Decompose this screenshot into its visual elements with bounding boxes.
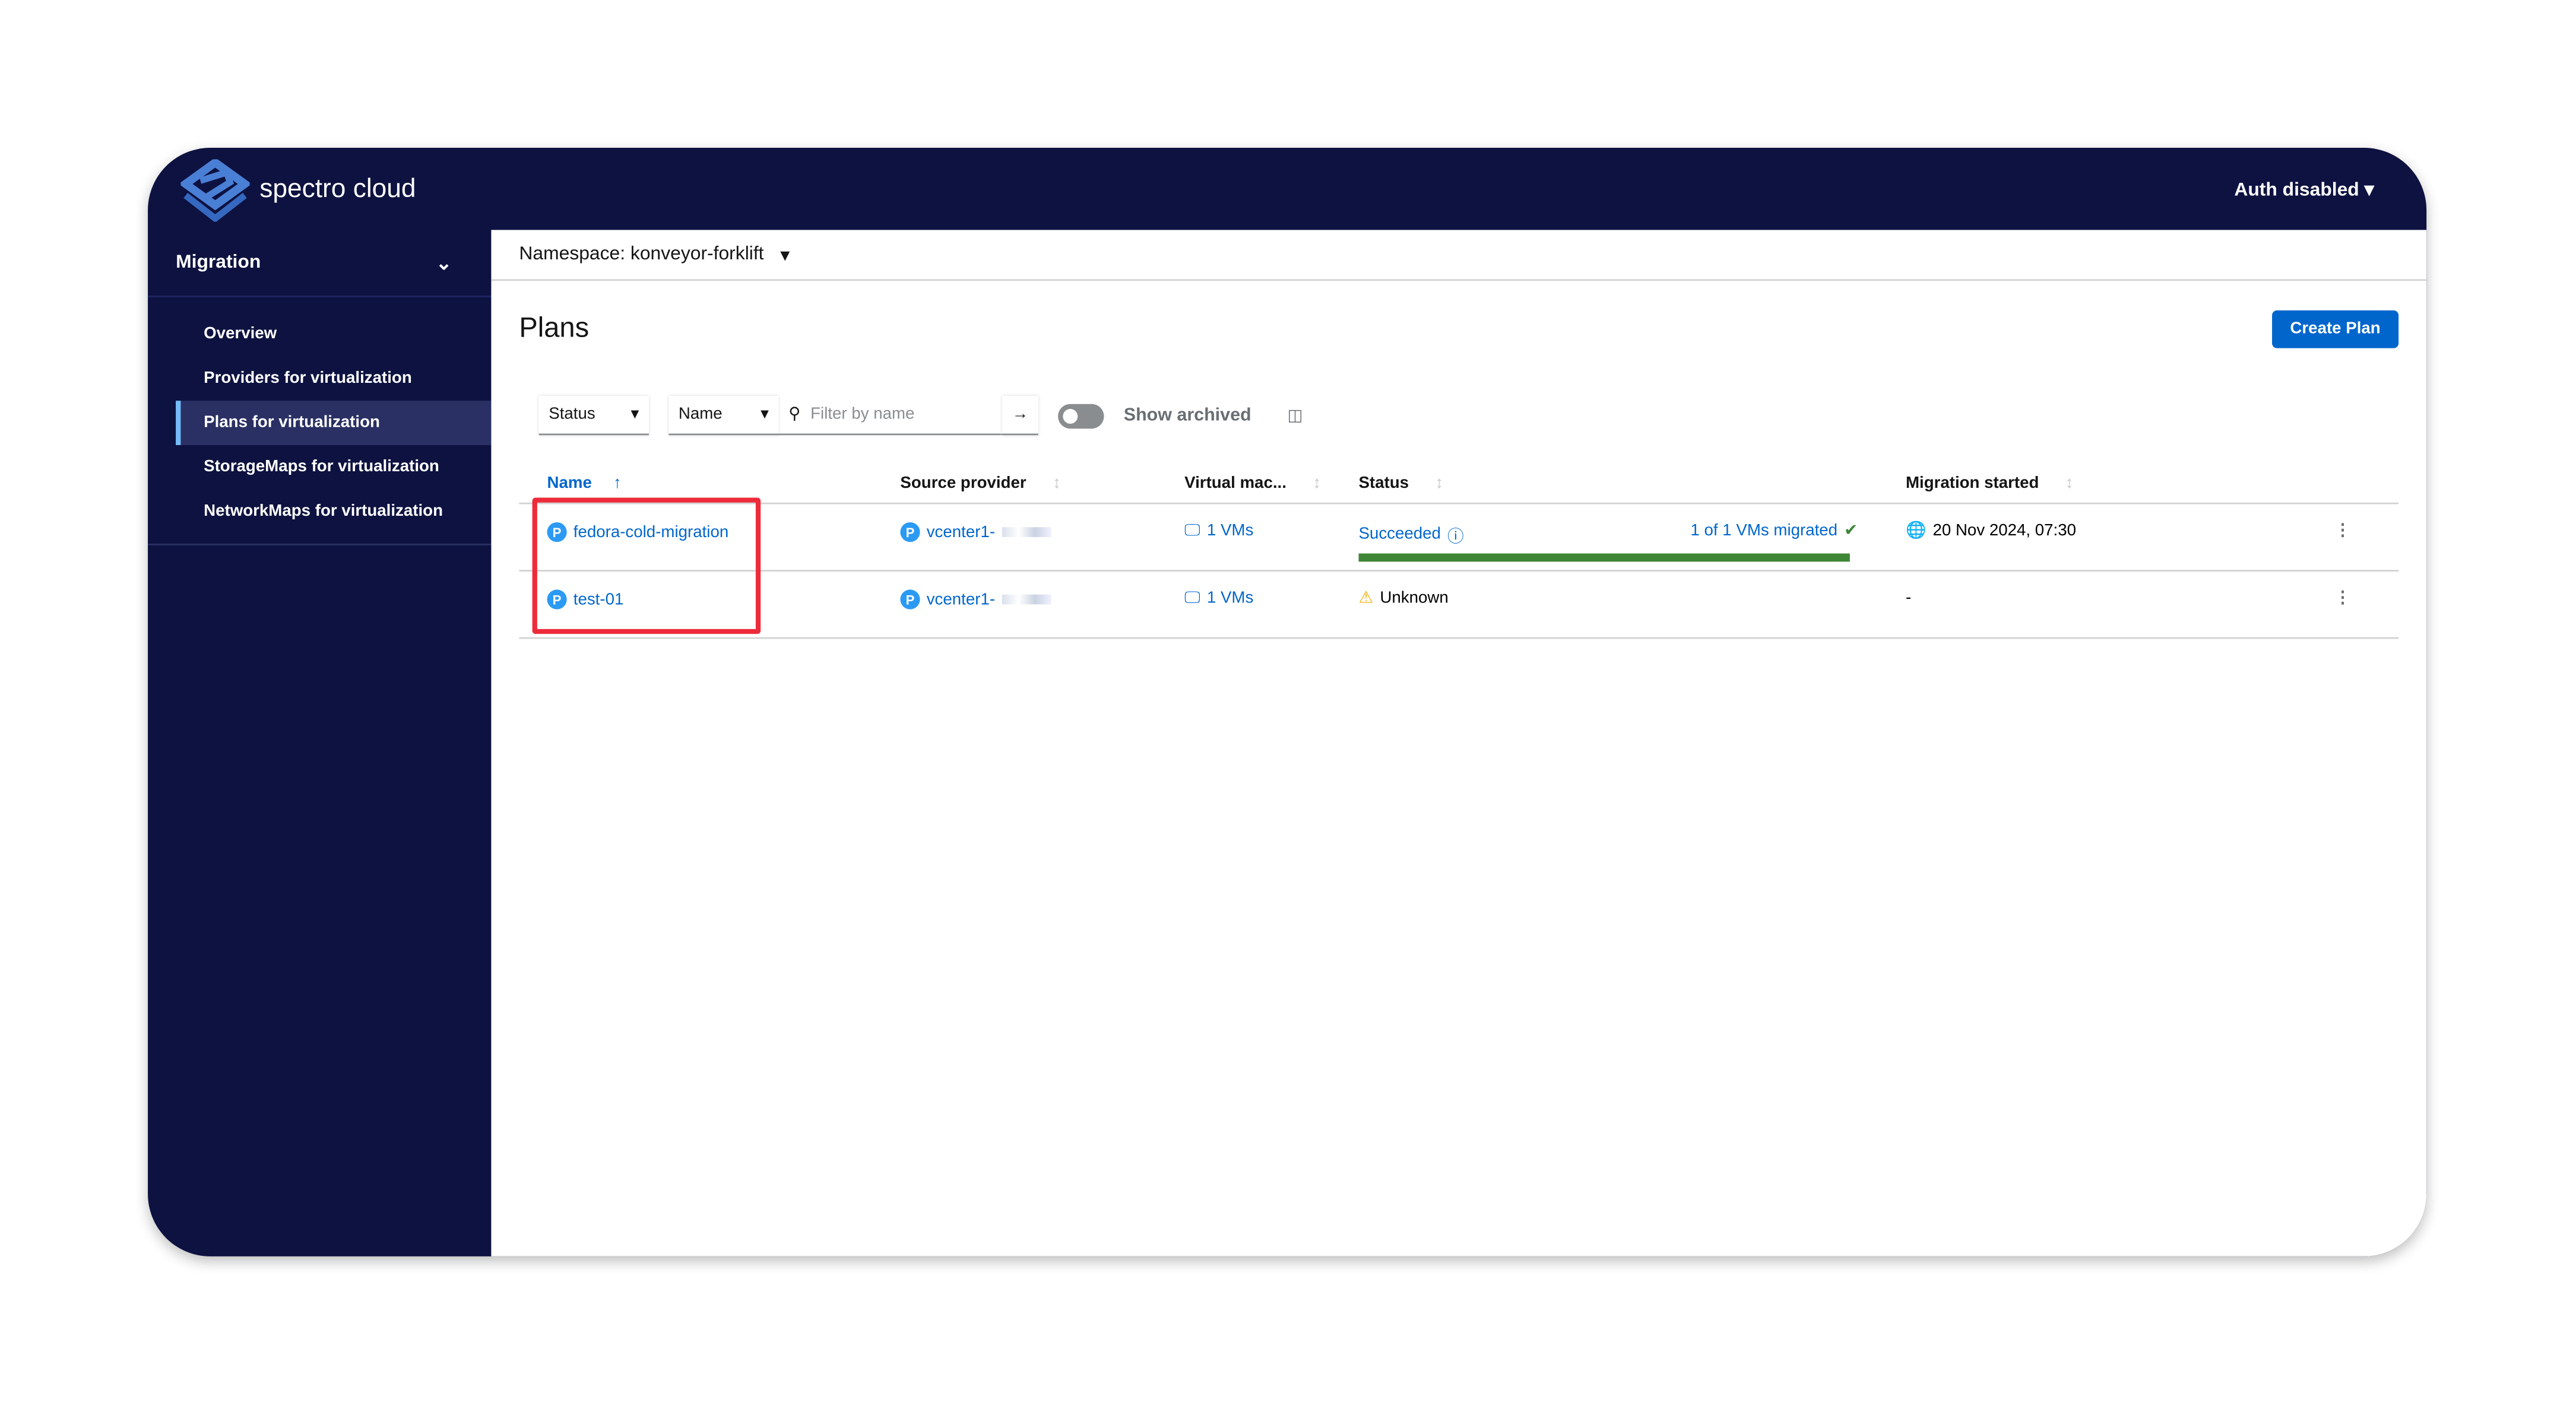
row-actions-kebab[interactable]: ⋮ <box>2334 522 2351 540</box>
highlight-box <box>532 497 761 634</box>
brand-name: spectro cloud <box>259 176 416 204</box>
vm-icon: 🖵 <box>1184 522 1200 541</box>
text-label: Source provider <box>900 474 1026 493</box>
caret-down-icon: ▾ <box>761 405 769 424</box>
status-filter-dropdown[interactable]: Status ▾ <box>538 396 649 436</box>
text-label: 1 of 1 VMs migrated <box>1690 522 1838 541</box>
text-label: Unknown <box>1380 589 1449 608</box>
redacted-text <box>1002 527 1051 537</box>
column-header-status[interactable]: Status ↕ <box>1358 475 1443 493</box>
search-icon: ⚲ <box>788 405 801 424</box>
caret-down-icon: ▾ <box>780 246 790 266</box>
row-actions-kebab[interactable]: ⋮ <box>2334 589 2351 607</box>
table-row: Pfedora-cold-migration Pvcenter1- 🖵 1 VMs… <box>519 504 2399 572</box>
status-unknown: ⚠ Unknown <box>1358 589 1448 607</box>
provider-link[interactable]: Pvcenter1- <box>900 589 1051 610</box>
sort-icon: ↕ <box>1313 474 1322 493</box>
sidebar: Migration ⌄ Overview Providers for virtua… <box>148 230 492 1256</box>
globe-icon: 🌐 <box>1905 522 1927 541</box>
text-label: Virtual mac... <box>1184 474 1287 493</box>
table-header: Name ↑ Source provider ↕ Virtual mac... ↕ S… <box>519 469 2399 504</box>
sidebar-item-overview[interactable]: Overview <box>148 312 491 357</box>
auth-label: Auth disabled <box>2234 180 2359 201</box>
chevron-down-icon: ⌄ <box>436 254 452 275</box>
text-label: Status <box>1358 474 1409 493</box>
brand-logo[interactable]: spectro cloud <box>180 159 416 222</box>
text-label: 1 VMs <box>1206 589 1254 608</box>
sidebar-item-plans[interactable]: Plans for virtualization <box>176 401 492 445</box>
redacted-text <box>1002 594 1051 605</box>
text-label: Name <box>547 474 592 493</box>
migration-started: - <box>1906 589 1911 607</box>
search-submit-button[interactable]: → <box>1002 396 1038 436</box>
name-filter-label: Name <box>678 405 723 424</box>
search-input[interactable]: ⚲ Filter by name <box>778 396 1002 436</box>
text-label: vcenter1- <box>926 590 996 609</box>
show-archived-label: Show archived <box>1123 405 1251 426</box>
text-label: 20 Nov 2024, 07:30 <box>1932 522 2077 541</box>
arrow-right-icon: → <box>1012 405 1029 424</box>
create-plan-button[interactable]: Create Plan <box>2272 310 2399 348</box>
sidebar-group-migration[interactable]: Migration ⌄ <box>148 230 492 297</box>
name-filter-dropdown[interactable]: Name ▾ <box>668 396 779 436</box>
auth-menu[interactable]: Auth disabled ▾ <box>2234 177 2374 201</box>
sidebar-item-storagemaps[interactable]: StorageMaps for virtualization <box>148 445 491 490</box>
namespace-selector[interactable]: Namespace: konveyor-forklift ▾ <box>491 230 2427 281</box>
vms-link[interactable]: 🖵 1 VMs <box>1184 522 1253 540</box>
provider-link[interactable]: Pvcenter1- <box>900 522 1051 542</box>
page-title: Plans <box>519 312 590 344</box>
sidebar-item-providers[interactable]: Providers for virtualization <box>148 356 491 401</box>
text-label: Migration started <box>1905 474 2039 493</box>
progress-text[interactable]: 1 of 1 VMs migrated ✔ <box>1690 522 1858 540</box>
sort-ascending-icon: ↑ <box>613 474 622 493</box>
main-content: Namespace: konveyor-forklift ▾ Plans Crea… <box>491 230 2427 1256</box>
provider-icon: P <box>900 522 920 542</box>
toolbar: Status ▾ Name ▾ ⚲ Filter by name → Show arc… <box>538 396 1303 436</box>
vms-link[interactable]: 🖵 1 VMs <box>1184 589 1253 607</box>
warning-icon: ⚠ <box>1358 589 1374 608</box>
sort-icon: ↕ <box>1052 474 1061 493</box>
group-label: Migration <box>176 253 261 273</box>
column-header-source-provider[interactable]: Source provider ↕ <box>900 475 1060 493</box>
app-window: spectro cloud Auth disabled ▾ Migration ⌄… <box>148 148 2427 1256</box>
spectro-logo-icon <box>180 159 250 222</box>
text-label: vcenter1- <box>926 523 996 541</box>
show-archived-toggle[interactable] <box>1058 403 1104 428</box>
text-label: 1 VMs <box>1206 522 1254 541</box>
column-header-migration-started[interactable]: Migration started ↕ <box>1906 475 2074 493</box>
progress-bar <box>1358 553 1850 562</box>
sort-icon: ↕ <box>2065 474 2074 493</box>
caret-down-icon: ▾ <box>630 405 639 424</box>
plans-table: Name ↑ Source provider ↕ Virtual mac... ↕ S… <box>519 469 2399 639</box>
provider-icon: P <box>900 589 920 610</box>
manage-columns-icon[interactable]: ◫ <box>1287 407 1303 424</box>
text-label: Succeeded <box>1358 525 1441 544</box>
status-filter-label: Status <box>549 405 595 424</box>
column-header-name[interactable]: Name ↑ <box>547 475 621 493</box>
check-circle-icon: ✔ <box>1844 522 1858 541</box>
help-icon: ⓘ <box>1447 529 1464 547</box>
namespace-label: Namespace: konveyor-forklift <box>519 245 764 265</box>
vm-icon: 🖵 <box>1184 589 1200 608</box>
search-placeholder: Filter by name <box>810 405 915 424</box>
text-label: - <box>1905 589 1912 608</box>
caret-down-icon: ▾ <box>2364 180 2374 201</box>
migration-started: 🌐 20 Nov 2024, 07:30 <box>1906 522 2076 540</box>
column-header-virtual-machines[interactable]: Virtual mac... ↕ <box>1184 475 1321 493</box>
table-row: Ptest-01 Pvcenter1- 🖵 1 VMs ⚠ Unknown - ⋮ <box>519 572 2399 639</box>
sort-icon: ↕ <box>1435 474 1444 493</box>
sidebar-item-networkmaps[interactable]: NetworkMaps for virtualization <box>148 490 491 534</box>
status-succeeded[interactable]: Succeeded ⓘ <box>1358 522 1463 547</box>
